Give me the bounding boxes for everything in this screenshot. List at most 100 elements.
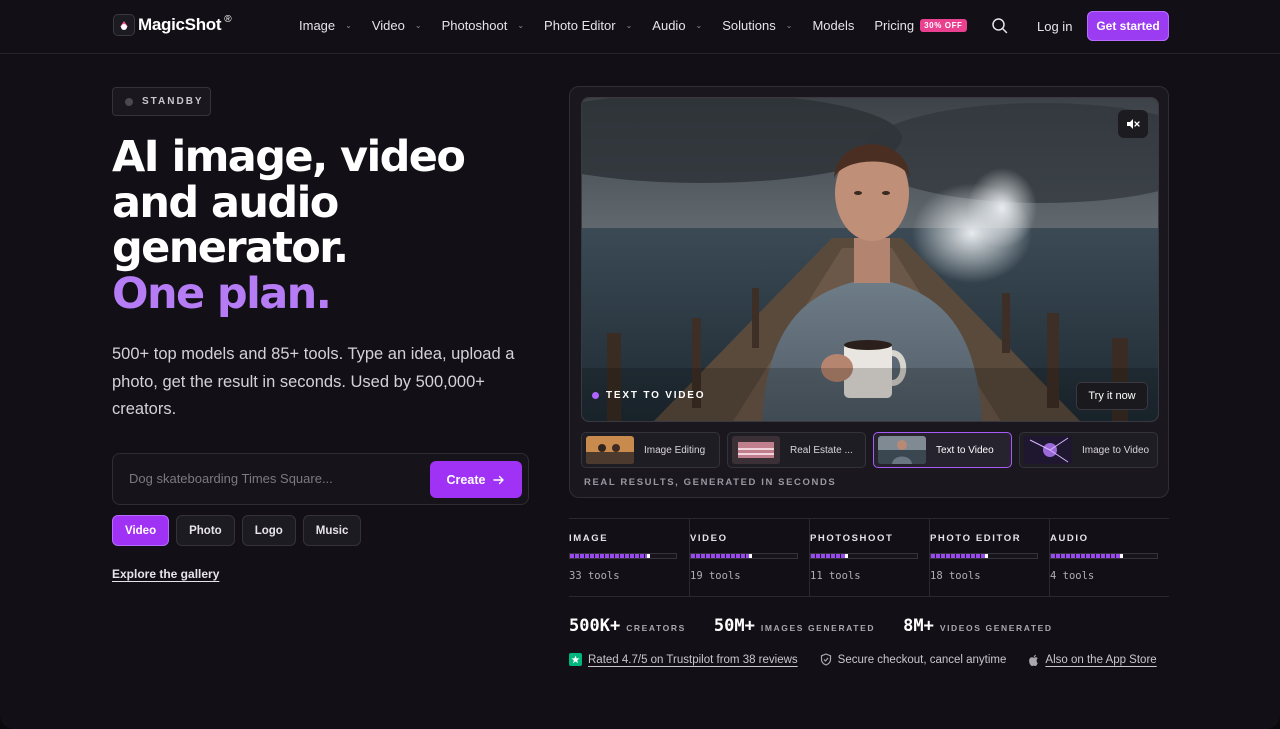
thumb-image [1024,436,1072,464]
category-count: 18 tools [930,570,981,582]
get-started-button[interactable]: Get started [1087,11,1169,41]
category-name: PHOTO EDITOR [930,533,1022,544]
thumb-image-to-video[interactable]: Image to Video [1019,432,1158,468]
menu-item-solutions[interactable]: Solutions ⌄ [722,18,792,33]
category-name: AUDIO [1050,533,1089,544]
menu-item-pricing[interactable]: Pricing 30% OFF [874,18,967,33]
top-nav: MagicShot ® Image ⌄ Video ⌄ Photoshoot ⌄… [0,0,1280,54]
chip-video[interactable]: Video [112,515,170,546]
category-name: IMAGE [569,533,609,544]
video-preview[interactable]: TEXT TO VIDEO Try it now [581,97,1159,422]
progress-fill [931,554,989,558]
video-mode-label: TEXT TO VIDEO [592,390,705,401]
stat-videos: 8M+ VIDEOS GENERATED [903,616,1053,636]
apple-icon [1029,654,1039,666]
category-progress [810,553,918,559]
menu-item-video[interactable]: Video ⌄ [372,18,422,33]
menu-label: Models [812,18,855,33]
stat-label: CREATORS [626,623,686,633]
app-store-link[interactable]: Also on the App Store [1028,654,1157,666]
trustpilot-link[interactable]: Rated 4.7/5 on Trustpilot from 38 review… [569,653,798,666]
thumb-image [586,436,634,464]
headline-line: generator. [112,223,349,273]
main-menu: Image ⌄ Video ⌄ Photoshoot ⌄ Photo Edito… [299,18,987,33]
discount-badge: 30% OFF [920,19,967,32]
secure-checkout: Secure checkout, cancel anytime [820,653,1007,666]
chip-photo[interactable]: Photo [176,515,235,546]
headline-accent: One plan. [112,268,332,319]
thumb-label: Image Editing [644,444,706,456]
menu-item-photoshoot[interactable]: Photoshoot ⌄ [442,18,524,33]
panel-caption: REAL RESULTS, GENERATED IN SECONDS [584,477,837,488]
menu-label: Photoshoot [441,18,508,33]
logo[interactable]: MagicShot ® [113,14,232,36]
category-image[interactable]: IMAGE 33 tools [569,519,689,597]
try-it-now-button[interactable]: Try it now [1076,382,1148,410]
category-audio[interactable]: AUDIO 4 tools [1049,519,1169,597]
stat-label: IMAGES GENERATED [760,623,876,633]
chevron-down-icon: ⌄ [517,21,525,30]
stat-creators: 500K+ CREATORS [569,616,686,636]
trust-row: Rated 4.7/5 on Trustpilot from 38 review… [569,653,1179,666]
menu-item-models[interactable]: Models [812,18,854,33]
create-button[interactable]: Create [430,461,522,498]
hero-subtext: 500+ top models and 85+ tools. Type an i… [112,345,515,418]
login-link[interactable]: Log in [1037,19,1072,34]
thumb-label: Real Estate ... [790,444,853,456]
prompt-box: Create [112,453,529,505]
trustpilot-text: Rated 4.7/5 on Trustpilot from 38 review… [588,653,798,666]
stat-value: 500K+ [569,616,621,636]
stat-images: 50M+ IMAGES GENERATED [714,616,875,636]
menu-label: Photo Editor [544,18,616,33]
category-progress [690,553,798,559]
thumb-real-estate[interactable]: Real Estate ... [727,432,866,468]
create-label: Create [446,472,486,487]
category-photoshoot[interactable]: PHOTOSHOOT 11 tools [809,519,929,597]
progress-fill [570,554,650,558]
mute-button[interactable] [1118,110,1148,138]
speaker-muted-icon [1127,119,1140,129]
secure-text: Secure checkout, cancel anytime [837,653,1007,666]
category-video[interactable]: VIDEO 19 tools [689,519,809,597]
usage-stats: 500K+ CREATORS 50M+ IMAGES GENERATED 8M+… [569,616,1081,636]
hero-headline: AI image, video and audio generator. One… [112,134,552,319]
thumb-image [878,436,926,464]
status-text: STANDBY [142,96,204,107]
menu-label: Solutions [722,18,776,33]
preview-panel: TEXT TO VIDEO Try it now Image Editing R… [569,86,1169,498]
explore-gallery-link[interactable]: Explore the gallery [112,567,219,581]
shield-icon [820,653,831,666]
menu-item-audio[interactable]: Audio ⌄ [652,18,702,33]
stat-value: 50M+ [713,616,755,636]
chevron-down-icon: ⌄ [695,21,703,30]
status-dot-icon [125,97,133,106]
thumb-label: Text to Video [936,444,994,456]
menu-label: Audio [652,18,686,33]
logo-icon [113,14,135,36]
chevron-down-icon: ⌄ [785,21,793,30]
prompt-input[interactable] [129,471,409,486]
search-button[interactable] [990,16,1010,36]
chevron-down-icon: ⌄ [414,21,422,30]
stat-value: 8M+ [903,616,934,636]
thumb-text-to-video[interactable]: Text to Video [873,432,1012,468]
category-count: 4 tools [1050,570,1095,582]
category-count: 11 tools [810,570,861,582]
category-photo-editor[interactable]: PHOTO EDITOR 18 tools [929,519,1049,597]
live-dot-icon [592,392,599,399]
menu-item-image[interactable]: Image ⌄ [299,18,352,33]
logo-text: MagicShot [138,15,222,34]
thumb-label: Image to Video [1082,444,1150,456]
chip-music[interactable]: Music [302,515,362,546]
category-name: VIDEO [690,533,728,544]
chip-logo[interactable]: Logo [241,515,296,546]
chevron-down-icon: ⌄ [345,21,352,30]
preview-thumbnails: Image Editing Real Estate ... Text to Vi… [581,432,1158,468]
menu-item-photo-editor[interactable]: Photo Editor ⌄ [544,18,632,33]
page-frame: MagicShot ® Image ⌄ Video ⌄ Photoshoot ⌄… [0,0,1280,729]
category-progress [569,553,677,559]
progress-fill [811,554,849,558]
registered-mark: ® [224,14,232,25]
thumb-image-editing[interactable]: Image Editing [581,432,720,468]
category-count: 33 tools [569,570,620,582]
